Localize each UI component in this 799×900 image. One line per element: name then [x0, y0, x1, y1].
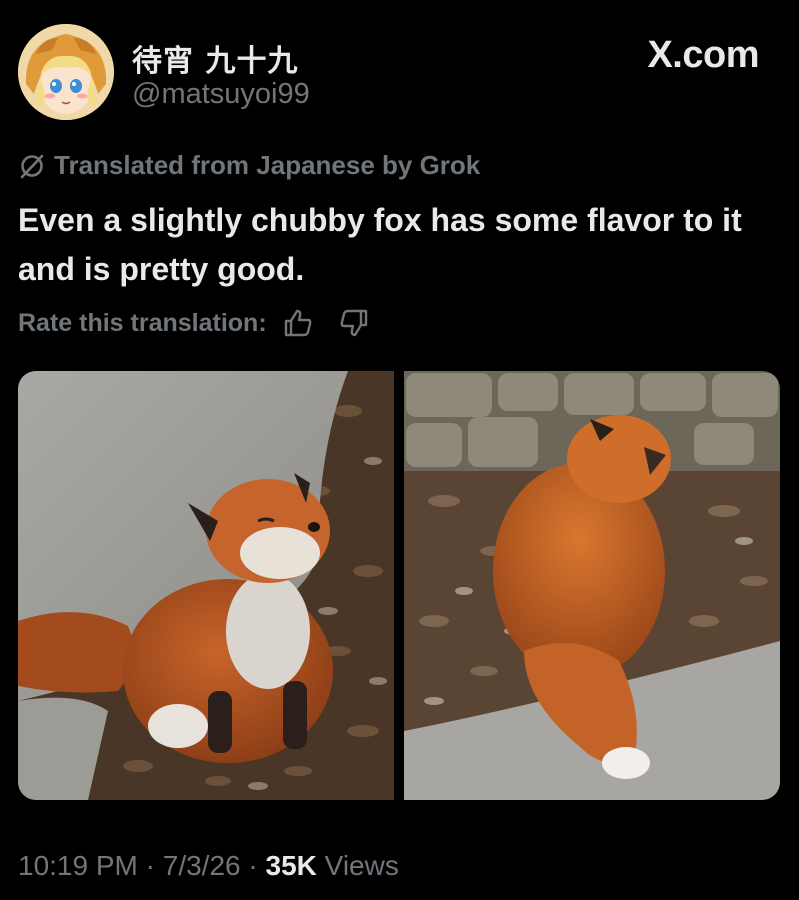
rate-translation-label: Rate this translation:: [18, 308, 267, 337]
rate-translation: Rate this translation:: [18, 306, 371, 340]
brand-watermark: X.com: [647, 34, 759, 76]
grok-translate-icon: [18, 152, 46, 180]
views-count: 35K: [265, 850, 317, 881]
timestamp-time[interactable]: 10:19 PM: [18, 850, 138, 881]
timestamp-date[interactable]: 7/3/26: [163, 850, 241, 881]
media-grid: [18, 371, 780, 800]
author-display-name[interactable]: 待宵 九十九: [132, 36, 298, 80]
meta-separator: ·: [145, 850, 155, 881]
views-label: Views: [324, 850, 399, 881]
meta-separator: ·: [248, 850, 258, 881]
thumbs-down-icon[interactable]: [337, 306, 371, 340]
photo-fox-front[interactable]: [18, 371, 394, 800]
tweet-card: 待宵 九十九 @matsuyoi99 X.com Translated from…: [0, 0, 799, 900]
avatar[interactable]: [18, 24, 114, 120]
thumbs-up-icon[interactable]: [281, 306, 315, 340]
tweet-meta: 10:19 PM · 7/3/26 · 35K Views: [18, 850, 399, 882]
tweet-text: Even a slightly chubby fox has some flav…: [18, 202, 742, 287]
photo-fox-back[interactable]: [404, 371, 780, 800]
translation-notice: Translated from Japanese by Grok: [18, 150, 480, 181]
author-handle[interactable]: @matsuyoi99: [132, 78, 310, 111]
translation-notice-text: Translated from Japanese by Grok: [54, 150, 481, 180]
